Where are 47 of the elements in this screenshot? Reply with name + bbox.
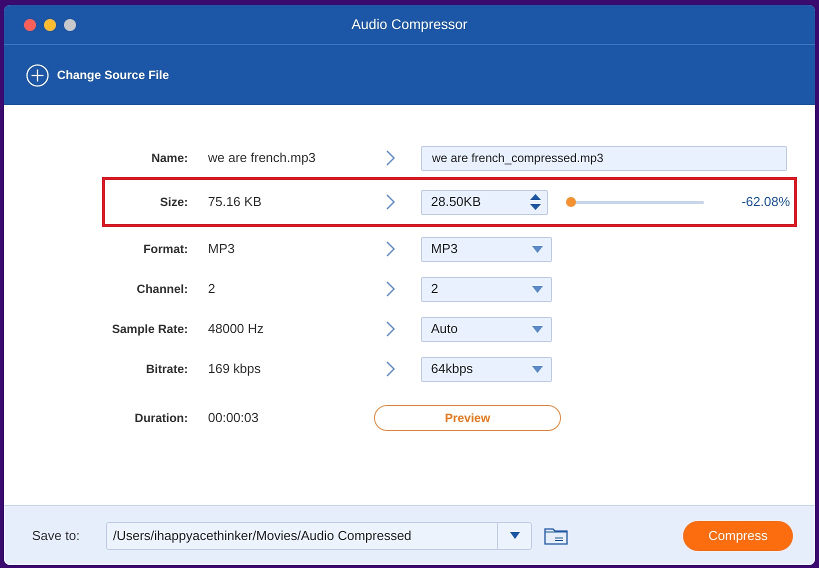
field-label: Name: [150,150,188,167]
source-value: 2 [208,280,216,298]
dropdown-value: MP3 [431,240,458,258]
source-value: we are french.mp3 [208,149,317,168]
chevron-right-icon [386,281,395,297]
size-stepper[interactable]: 28.50KB [421,190,548,214]
save-to-label: Save to: [32,526,81,545]
close-button[interactable] [24,18,36,30]
chevron-right-icon [386,241,395,257]
slider-thumb[interactable] [566,196,576,206]
output-name-field[interactable]: we are french_compressed.mp3 [421,146,787,170]
chevron-right-icon [386,150,395,166]
chevron-right-icon [386,361,395,377]
source-value: MP3 [208,240,236,258]
caret-down-icon [510,532,520,539]
stepper-arrows-icon [530,193,541,211]
dropdown[interactable]: 64kbps [421,356,552,382]
folder-icon[interactable] [544,526,568,545]
dropdown[interactable]: MP3 [421,236,552,262]
zoom-button[interactable] [64,18,76,30]
save-path-field[interactable]: /Users/ihappyacethinker/Movies/Audio Compressed [106,522,532,550]
plus-circle-icon [26,64,49,86]
dropdown[interactable]: 2 [421,276,552,302]
window-title: Audio Compressor [352,15,468,34]
source-value: 48000 Hz [208,320,265,338]
field-label: Channel: [136,281,188,298]
dropdown[interactable]: Auto [421,316,552,342]
dropdown-value: 2 [431,280,438,298]
dropdown-value: 64kbps [431,360,473,378]
minimize-button[interactable] [44,18,56,30]
chevron-right-icon [386,194,395,210]
field-label: Sample Rate: [110,321,188,338]
chevron-right-icon [386,321,395,337]
caret-down-icon [532,366,543,372]
caret-down-icon [532,286,543,292]
caret-down-icon [532,246,543,252]
source-value: 169 kbps [208,360,262,378]
field-label: Duration: [134,410,188,427]
field-label: Bitrate: [144,361,188,378]
change-source-file-button[interactable]: Change Source File [26,64,170,86]
source-value: 75.16 KB [208,193,262,212]
field-label: Format: [142,241,188,258]
reduction-percent: -62.08% [740,193,790,212]
caret-down-icon [532,326,543,332]
dropdown-value: Auto [431,320,458,338]
source-value: 00:00:03 [208,409,260,428]
field-label: Size: [158,194,188,211]
